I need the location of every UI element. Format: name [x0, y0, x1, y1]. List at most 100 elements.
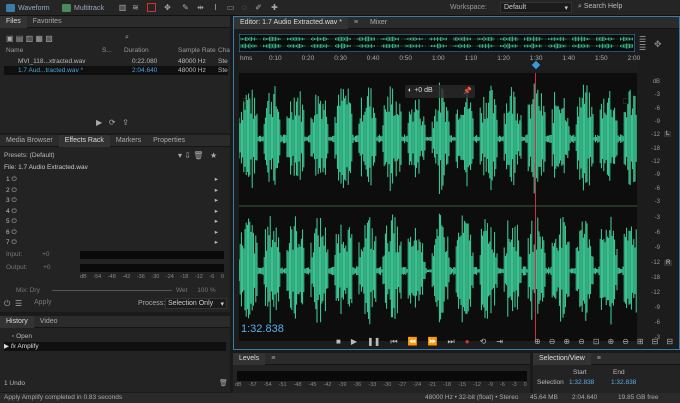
close-file-icon[interactable]: ▦: [35, 34, 43, 43]
pause-icon[interactable]: ❚❚: [367, 337, 380, 347]
favorite-icon[interactable]: ★: [210, 151, 217, 160]
power-icon[interactable]: ⏻: [11, 176, 16, 183]
col-status[interactable]: S...: [102, 46, 112, 55]
save-icon[interactable]: ▥: [26, 34, 34, 43]
effect-slot[interactable]: 6 ⏻ ▸: [6, 228, 226, 237]
power-icon[interactable]: ⏻: [11, 187, 16, 194]
record-icon[interactable]: ●: [465, 337, 470, 347]
slot-menu-icon[interactable]: ▸: [215, 186, 218, 195]
resize-icon[interactable]: ⬚: [623, 97, 630, 105]
power-icon[interactable]: ⏻: [11, 197, 16, 204]
effect-slot[interactable]: 7 ⏻ ▸: [6, 238, 226, 247]
list-icon[interactable]: ☰: [15, 299, 22, 308]
power-icon[interactable]: ⏻: [11, 239, 16, 246]
channel-left-toggle[interactable]: L: [664, 131, 672, 137]
settings-icon[interactable]: ✥: [654, 39, 662, 50]
trash-icon[interactable]: ▧: [45, 34, 53, 43]
effect-slot[interactable]: 4 ⏻ ▸: [6, 207, 226, 216]
tab-effects-rack[interactable]: Effects Rack: [58, 134, 110, 147]
slot-menu-icon[interactable]: ▸: [215, 217, 218, 226]
zoom-in-amplitude-icon[interactable]: ⊕: [534, 337, 541, 346]
presets-select[interactable]: (Default): [30, 152, 55, 159]
playhead-handle[interactable]: [531, 60, 541, 70]
zoom-out-amplitude-icon[interactable]: ⊖: [549, 337, 556, 346]
dropdown-icon[interactable]: ▾: [178, 151, 182, 160]
zoom-out-time-icon[interactable]: ⊖: [578, 337, 585, 346]
pitch-icon[interactable]: ≋: [131, 3, 140, 12]
apply-button[interactable]: Apply: [34, 299, 52, 306]
effect-slot[interactable]: 5 ⏻ ▸: [6, 217, 226, 226]
col-name[interactable]: Name: [6, 47, 23, 54]
forward-icon[interactable]: ⏩: [428, 337, 438, 347]
slot-menu-icon[interactable]: ▸: [215, 175, 218, 184]
lasso-icon[interactable]: ◌: [240, 3, 249, 12]
tab-properties[interactable]: Properties: [147, 137, 191, 144]
tab-mixer[interactable]: Mixer: [364, 19, 393, 26]
slot-menu-icon[interactable]: ▸: [215, 228, 218, 237]
marquee-icon[interactable]: ▭: [226, 3, 235, 12]
tab-editor[interactable]: Editor: 1.7 Audio Extracted.wav *: [234, 16, 348, 29]
table-row[interactable]: 1.7 Aud...tracted.wav * 2:04.640 48000 H…: [4, 66, 228, 75]
list-item[interactable]: ▫ Open: [12, 332, 32, 341]
loop-icon[interactable]: ⟲: [480, 337, 487, 347]
rewind-icon[interactable]: ⏪: [408, 337, 418, 347]
zoom-right-icon[interactable]: ⊟: [666, 337, 673, 346]
tab-favorites[interactable]: Favorites: [27, 18, 68, 25]
tab-history[interactable]: History: [0, 315, 34, 328]
slot-menu-icon[interactable]: ▸: [215, 207, 218, 216]
file-search-icon[interactable]: ⌕: [125, 34, 129, 42]
zoom-in-icon[interactable]: ⊕: [608, 337, 615, 346]
hud-volume[interactable]: ◐ +0 dB 📌: [405, 85, 475, 98]
tab-video[interactable]: Video: [34, 318, 64, 325]
pin-icon[interactable]: 📌: [463, 87, 472, 95]
trash-icon[interactable]: 🗑: [219, 379, 228, 387]
export-icon[interactable]: ⇪: [122, 118, 129, 127]
mix-slider[interactable]: [52, 290, 172, 291]
col-channels[interactable]: Cha: [218, 46, 230, 55]
loop-icon[interactable]: ⟳: [109, 118, 116, 127]
input-value[interactable]: +0: [42, 251, 49, 258]
tab-levels[interactable]: Levels: [233, 352, 266, 365]
channel-right-toggle[interactable]: R: [664, 260, 673, 266]
move-icon[interactable]: ✥: [163, 3, 172, 12]
multitrack-view-button[interactable]: Multitrack: [62, 0, 104, 16]
power-icon[interactable]: ⏻: [4, 299, 10, 309]
power-icon[interactable]: ⏻: [11, 218, 16, 225]
play-icon[interactable]: ▶: [96, 118, 102, 127]
slot-menu-icon[interactable]: ▸: [215, 238, 218, 247]
tab-media-browser[interactable]: Media Browser: [0, 137, 59, 144]
current-time[interactable]: 1:32.838: [241, 323, 284, 335]
zoom-out-icon[interactable]: ⊖: [622, 337, 629, 346]
go-end-icon[interactable]: ⏭: [448, 337, 455, 347]
razor-icon[interactable]: ✎: [181, 3, 190, 12]
output-value[interactable]: +0: [43, 264, 50, 271]
effect-slot[interactable]: 2 ⏻ ▸: [6, 186, 226, 195]
waveform-display[interactable]: ◐ +0 dB 📌 ⬚ ⬚ 1:32.838: [239, 73, 637, 341]
selection-end-value[interactable]: 1:32.838: [611, 378, 636, 387]
workspace-select[interactable]: Default ▾: [500, 2, 572, 13]
stop-icon[interactable]: ■: [336, 337, 341, 347]
selection-start-value[interactable]: 1:32.838: [569, 378, 594, 387]
power-icon[interactable]: ⏻: [11, 208, 16, 215]
table-row[interactable]: MVI_118...xtracted.wav 0:22.080 48000 Hz…: [6, 57, 228, 66]
tab-markers[interactable]: Markers: [110, 137, 147, 144]
time-cursor-icon[interactable]: I: [211, 3, 220, 12]
col-sample-rate[interactable]: Sample Rate: [178, 46, 216, 55]
slip-icon[interactable]: ⇹: [196, 3, 205, 12]
resize-icon[interactable]: ⬚: [243, 97, 250, 105]
power-icon[interactable]: ⏻: [11, 229, 16, 236]
save-preset-icon[interactable]: ⇩: [184, 151, 191, 160]
effect-slot[interactable]: 1 ⏻ ▸: [6, 175, 226, 184]
import-icon[interactable]: ▤: [16, 34, 24, 43]
go-start-icon[interactable]: ⏮: [390, 337, 397, 347]
zoom-left-icon[interactable]: ⊟: [652, 337, 659, 346]
brush-icon[interactable]: ✐: [254, 3, 263, 12]
time-ruler[interactable]: hms 0:10 0:20 0:30 0:40 0:50 1:00 1:10 1:20 1:30…: [239, 55, 640, 71]
tab-files[interactable]: Files: [0, 15, 27, 28]
spot-heal-icon[interactable]: ✚: [270, 3, 279, 12]
open-file-icon[interactable]: ▣: [6, 34, 14, 43]
delete-preset-icon[interactable]: 🗑: [193, 151, 203, 160]
tab-selection-view[interactable]: Selection/View: [533, 352, 591, 365]
zoom-in-time-icon[interactable]: ⊕: [563, 337, 570, 346]
col-duration[interactable]: Duration: [124, 46, 149, 55]
